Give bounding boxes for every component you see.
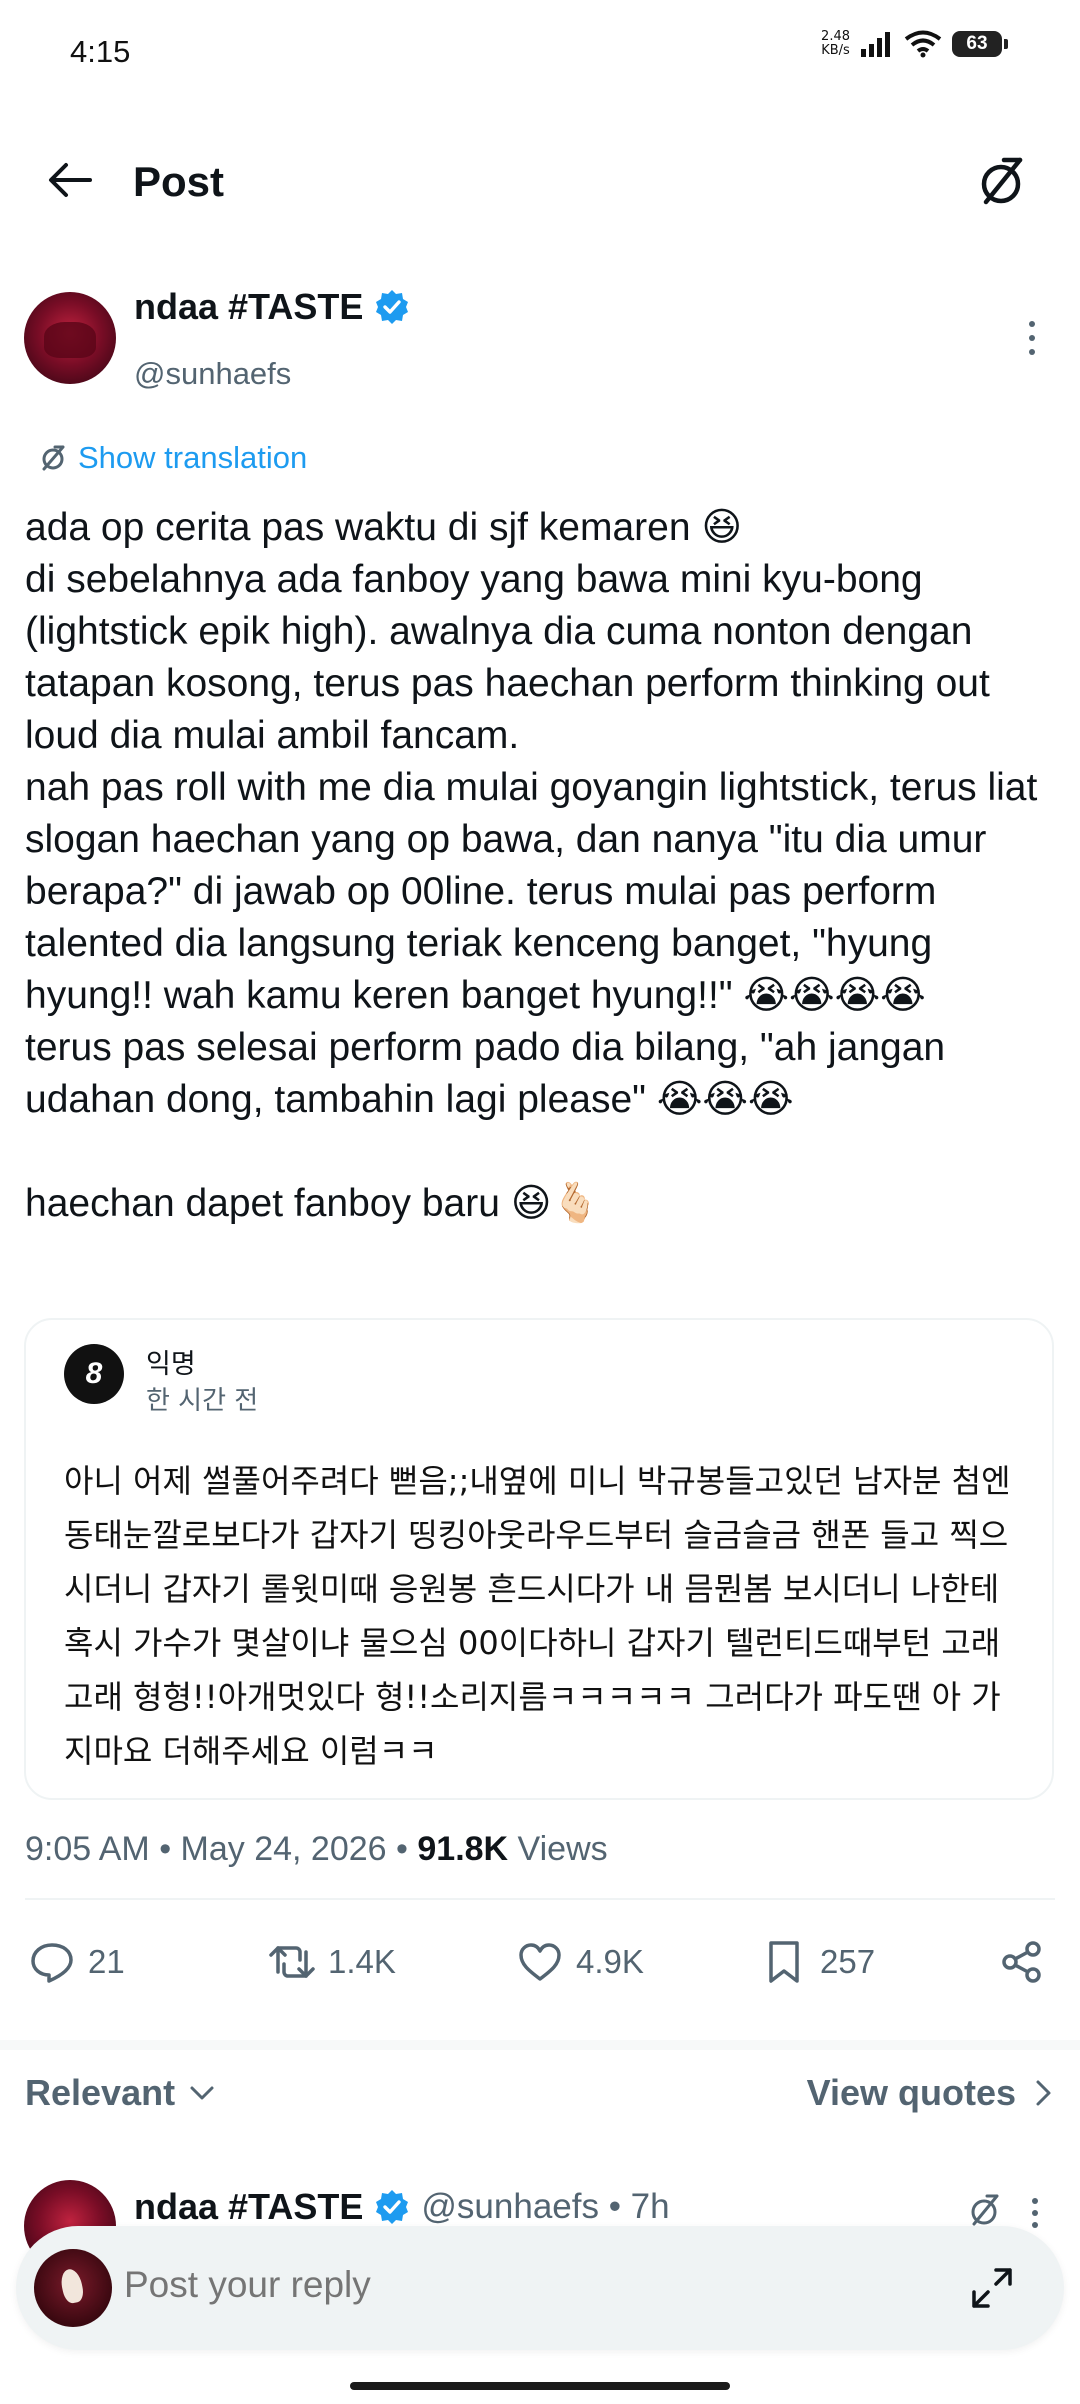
quoted-author-name: 익명: [146, 1349, 196, 1380]
back-arrow-icon[interactable]: [46, 160, 92, 200]
tweet-line: ada op cerita pas waktu di sjf kemaren 😆: [25, 506, 743, 549]
signal-icon: [861, 32, 890, 57]
tweet-line: haechan dapet fanboy baru 😆🫰🏻: [25, 1182, 600, 1225]
chevron-down-icon: [190, 2086, 214, 2100]
quoted-post-card[interactable]: 8 익명 한 시간 전 아니 어제 썰풀어주려다 뻗음;;내옆에 미니 박규봉들…: [24, 1318, 1054, 1800]
bookmark-icon: [769, 1941, 799, 1983]
like-count: 4.9K: [576, 1943, 644, 1980]
reply-sort-label: Relevant: [25, 2072, 176, 2113]
reply-icon: [31, 1943, 73, 1983]
tweet-line: terus pas selesai perform pado dia bilan…: [25, 1026, 946, 1121]
my-avatar: [34, 2249, 112, 2327]
bookmark-count: 257: [820, 1943, 876, 1980]
author-avatar[interactable]: [24, 292, 116, 384]
reply-input[interactable]: [124, 2264, 924, 2306]
status-bar: 4:15 2.48 KB/s 63: [0, 0, 1080, 100]
bookmark-button[interactable]: 257: [760, 1938, 875, 1986]
tweet-line: di sebelahnya ada fanboy yang bawa mini …: [25, 558, 990, 757]
quoted-avatar: 8: [64, 1344, 124, 1404]
reply-sort-dropdown[interactable]: Relevant: [25, 2072, 215, 2114]
views-label: Views: [508, 1830, 608, 1868]
author-name-row[interactable]: ndaa #TASTE: [134, 286, 411, 328]
grok-icon[interactable]: [966, 2192, 1002, 2228]
post-meta: 9:05 AM • May 24, 2026 • 91.8K Views: [25, 1830, 608, 1869]
reply-author-meta: @sunhaefs • 7h: [421, 2187, 670, 2226]
reply-composer[interactable]: [16, 2226, 1064, 2350]
like-button[interactable]: 4.9K: [516, 1938, 644, 1986]
reply-author-row[interactable]: ndaa #TASTE @sunhaefs • 7h: [134, 2186, 670, 2228]
verified-badge-icon: [376, 2190, 409, 2224]
show-translation-link[interactable]: Show translation: [38, 440, 307, 476]
more-options-icon[interactable]: [1026, 318, 1038, 358]
grok-translate-icon: [42, 445, 65, 471]
status-icons: 2.48 KB/s 63: [821, 29, 1008, 58]
author-handle[interactable]: @sunhaefs: [134, 356, 291, 392]
status-time: 4:15: [70, 34, 131, 69]
heart-icon: [519, 1943, 561, 1981]
share-icon: [1002, 1941, 1041, 1983]
top-app-bar: Post: [0, 140, 1080, 220]
reply-count: 21: [88, 1943, 125, 1980]
wifi-icon: [904, 30, 942, 58]
divider: [25, 1898, 1055, 1900]
author-name: ndaa #TASTE: [134, 286, 364, 327]
action-bar: 21 1.4K 4.9K 257: [0, 1930, 1080, 2000]
expand-icon[interactable]: [968, 2264, 1016, 2312]
show-translation-label: Show translation: [78, 440, 308, 475]
view-quotes-label: View quotes: [806, 2072, 1016, 2113]
grok-icon[interactable]: [974, 154, 1028, 208]
repost-icon: [269, 1946, 315, 1978]
views-count[interactable]: 91.8K: [417, 1830, 508, 1868]
quoted-post-text: 아니 어제 썰풀어주려다 뻗음;;내옆에 미니 박규봉들고있던 남자분 첨엔 동…: [64, 1462, 1011, 1770]
network-speed: 2.48 KB/s: [821, 29, 850, 58]
tweet-line: nah pas roll with me dia mulai goyangin …: [25, 766, 1038, 1017]
repost-count: 1.4K: [328, 1943, 396, 1980]
post-timestamp: 9:05 AM • May 24, 2026 •: [25, 1830, 418, 1868]
more-options-icon[interactable]: [1030, 2196, 1040, 2230]
share-button[interactable]: [998, 1938, 1046, 1986]
verified-badge-icon: [376, 290, 409, 324]
reply-button[interactable]: 21: [28, 1938, 125, 1986]
battery-indicator: 63: [952, 31, 1008, 57]
home-indicator[interactable]: [350, 2382, 730, 2390]
quoted-post-time: 한 시간 전: [146, 1386, 259, 1416]
tweet-text: ada op cerita pas waktu di sjf kemaren 😆…: [25, 502, 1055, 1230]
reply-author-name: ndaa #TASTE: [134, 2186, 364, 2227]
page-title: Post: [133, 158, 225, 205]
section-divider: [0, 2040, 1080, 2050]
chevron-right-icon: [1036, 2080, 1051, 2106]
repost-button[interactable]: 1.4K: [268, 1938, 396, 1986]
view-quotes-link[interactable]: View quotes: [807, 2072, 1052, 2114]
